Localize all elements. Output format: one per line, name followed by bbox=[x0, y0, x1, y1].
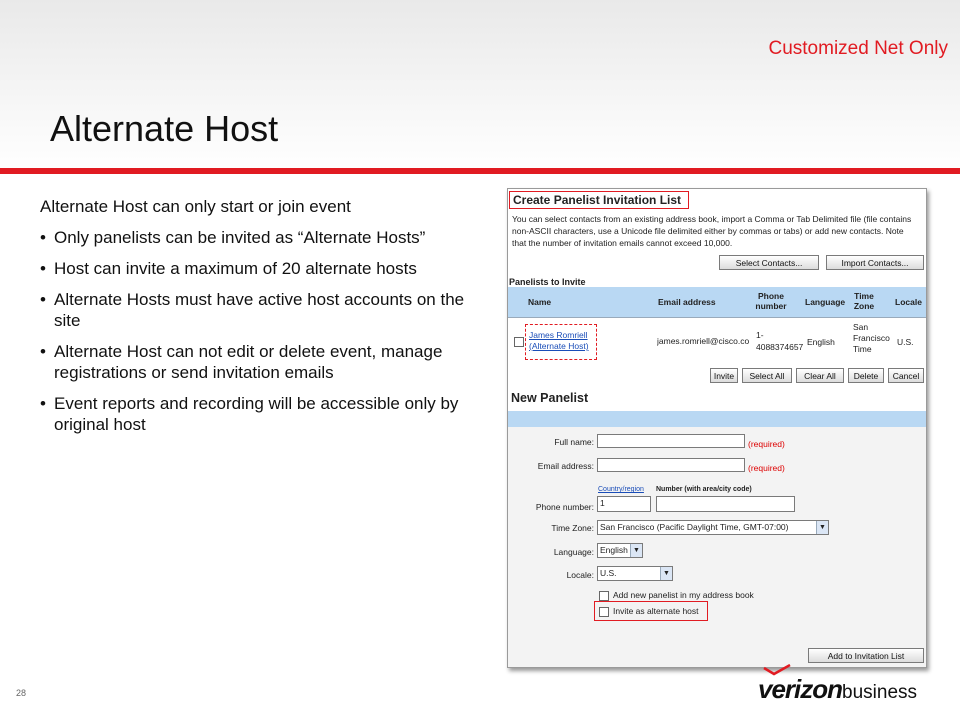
panelists-to-invite-label: Panelists to Invite bbox=[509, 277, 586, 287]
column-email: Email address bbox=[658, 297, 716, 307]
bullet-item: • Only panelists can be invited as “Alter… bbox=[40, 227, 480, 248]
full-name-label: Full name: bbox=[554, 437, 594, 447]
panelist-table-header: Name Email address Phone number Language… bbox=[508, 287, 926, 318]
column-name: Name bbox=[528, 297, 552, 307]
email-label: Email address: bbox=[537, 461, 594, 471]
panelist-email: james.romriell@cisco.co bbox=[657, 336, 749, 346]
panelist-language: English bbox=[807, 337, 835, 347]
language-label: Language: bbox=[553, 547, 594, 557]
phone-label: Phone number: bbox=[535, 502, 594, 512]
lead-text: Alternate Host can only start or join ev… bbox=[40, 197, 351, 216]
bullet-dot: • bbox=[40, 342, 46, 361]
bullet-dot: • bbox=[40, 290, 46, 309]
bullet-text: Alternate Hosts must have active host ac… bbox=[54, 290, 465, 330]
panelist-invitation-screenshot: Create Panelist Invitation List You can … bbox=[507, 188, 927, 668]
slide-title: Alternate Host bbox=[50, 108, 279, 149]
language-select[interactable]: English ▼ bbox=[597, 543, 643, 558]
invite-button[interactable]: Invite bbox=[710, 368, 738, 383]
alternate-host-highlight-box bbox=[525, 324, 597, 360]
bullet-item: • Host can invite a maximum of 20 alterna… bbox=[40, 258, 480, 279]
select-all-button[interactable]: Select All bbox=[742, 368, 792, 383]
locale-label: Locale: bbox=[566, 570, 594, 580]
logo-main-text: verizon bbox=[758, 674, 843, 704]
panelist-row-checkbox[interactable] bbox=[514, 337, 524, 347]
email-input[interactable] bbox=[597, 458, 745, 472]
country-code-input[interactable]: 1 bbox=[597, 496, 651, 512]
phone-number-input[interactable] bbox=[656, 496, 795, 512]
new-panelist-band bbox=[508, 411, 926, 427]
chevron-down-icon: ▼ bbox=[630, 544, 642, 557]
panelist-timezone: San Francisco Time bbox=[853, 322, 890, 354]
slide-body: Alternate Host can only start or join ev… bbox=[40, 196, 480, 445]
bullet-text: Alternate Host can not edit or delete ev… bbox=[54, 342, 443, 382]
slide-subtitle: Customized Net Only bbox=[768, 38, 948, 59]
full-name-required: (required) bbox=[748, 439, 785, 449]
invite-alternate-highlight-box bbox=[594, 601, 708, 621]
verizon-business-logo: verizonbusiness bbox=[758, 674, 917, 705]
bullet-item: • Alternate Hosts must have active host a… bbox=[40, 289, 480, 331]
add-to-invitation-list-button[interactable]: Add to Invitation List bbox=[808, 648, 924, 663]
bullet-dot: • bbox=[40, 394, 46, 413]
number-hint: Number (with area/city code) bbox=[656, 486, 752, 493]
bullet-dot: • bbox=[40, 259, 46, 278]
chevron-down-icon: ▼ bbox=[660, 567, 672, 580]
bullet-item: • Event reports and recording will be acc… bbox=[40, 393, 480, 435]
invitation-description: You can select contacts from an existing… bbox=[512, 214, 912, 248]
locale-value: U.S. bbox=[600, 568, 617, 578]
add-address-book-checkbox[interactable] bbox=[599, 591, 609, 601]
country-region-link[interactable]: Country/region bbox=[598, 484, 644, 495]
cancel-button[interactable]: Cancel bbox=[888, 368, 924, 383]
column-timezone: Time Zone bbox=[853, 291, 875, 311]
full-name-input[interactable] bbox=[597, 434, 745, 448]
bullet-text: Only panelists can be invited as “Altern… bbox=[54, 228, 426, 247]
column-phone: Phone number bbox=[755, 291, 787, 311]
timezone-label: Time Zone: bbox=[551, 523, 594, 533]
column-locale: Locale bbox=[895, 297, 922, 307]
timezone-value: San Francisco (Pacific Daylight Time, GM… bbox=[600, 522, 789, 532]
add-address-book-label: Add new panelist in my address book bbox=[613, 590, 754, 600]
timezone-select[interactable]: San Francisco (Pacific Daylight Time, GM… bbox=[597, 520, 829, 535]
column-language: Language bbox=[805, 297, 846, 307]
delete-button[interactable]: Delete bbox=[848, 368, 884, 383]
bullet-text: Host can invite a maximum of 20 alternat… bbox=[54, 259, 417, 278]
panelist-locale: U.S. bbox=[897, 337, 914, 347]
import-contacts-button[interactable]: Import Contacts... bbox=[826, 255, 924, 270]
email-required: (required) bbox=[748, 463, 785, 473]
logo-sub-text: business bbox=[842, 682, 918, 703]
page-number: 28 bbox=[16, 688, 27, 698]
header-divider bbox=[0, 168, 960, 174]
select-contacts-button[interactable]: Select Contacts... bbox=[719, 255, 819, 270]
panelist-phone-number: 4088374657 bbox=[756, 342, 804, 352]
chevron-down-icon: ▼ bbox=[816, 521, 828, 534]
language-value: English bbox=[600, 545, 628, 555]
title-highlight-box bbox=[509, 191, 689, 209]
clear-all-button[interactable]: Clear All bbox=[796, 368, 844, 383]
bullet-dot: • bbox=[40, 228, 46, 247]
bullet-item: • Alternate Host can not edit or delete e… bbox=[40, 341, 480, 383]
panelist-phone-prefix: 1- bbox=[756, 330, 764, 340]
bullet-text: Event reports and recording will be acce… bbox=[54, 394, 459, 434]
new-panelist-heading: New Panelist bbox=[511, 391, 589, 405]
locale-select[interactable]: U.S. ▼ bbox=[597, 566, 673, 581]
